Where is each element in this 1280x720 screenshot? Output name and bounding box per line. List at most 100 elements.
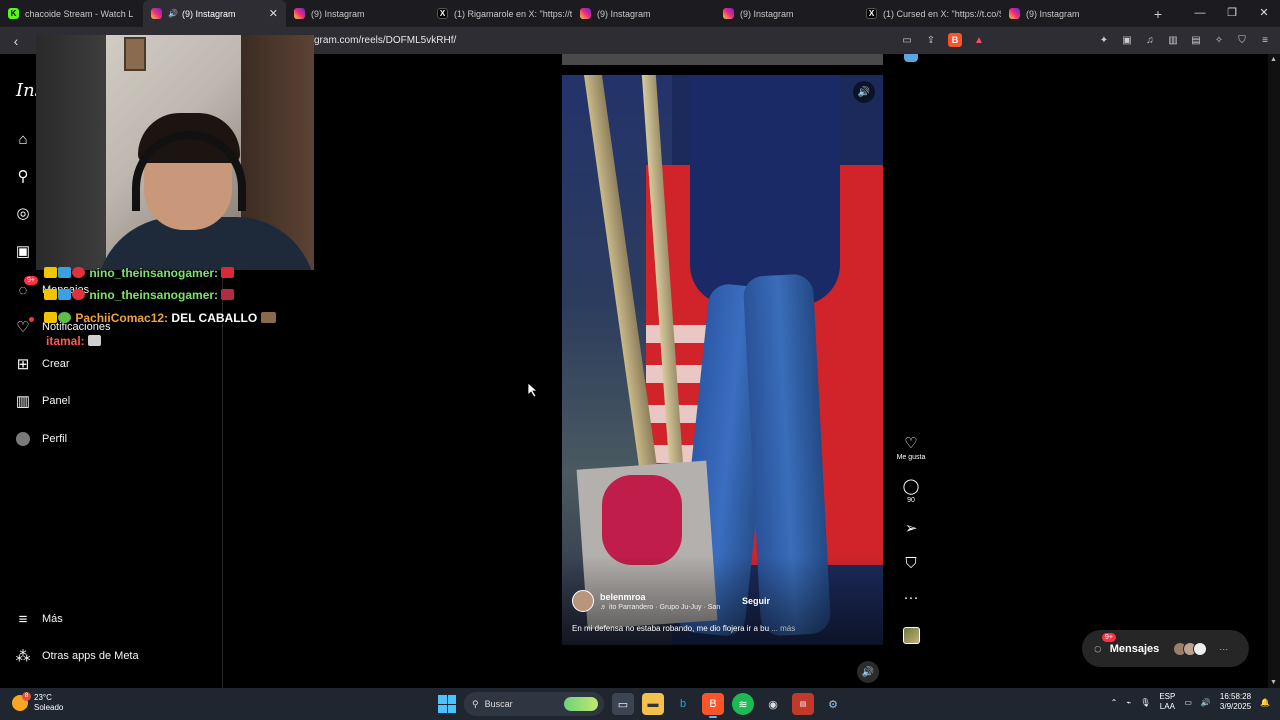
instagram-icon — [723, 8, 734, 19]
url-field[interactable]: gram.com/reels/DOFML5vkRHf/ — [314, 35, 456, 46]
more-dots-icon: ··· — [1219, 643, 1229, 654]
sidebar-item-home[interactable]: ⌂ — [14, 130, 32, 148]
sidebar-toggle-icon[interactable]: ▥ — [1166, 33, 1180, 47]
clock-date: 3/9/2025 — [1219, 702, 1252, 711]
restore-icon[interactable]: ❐ — [1216, 0, 1248, 27]
audio-thumbnail[interactable] — [903, 627, 920, 644]
tab-title: (1) Cursed en X: "https://t.co/S — [883, 8, 1001, 19]
file-explorer-icon[interactable]: ▬ — [642, 693, 664, 715]
volume-icon[interactable]: 🔊 — [1201, 698, 1211, 707]
sidebar-item-more[interactable]: ≡ Más — [14, 610, 63, 628]
chat-message: nino_theinsanogamer: — [44, 288, 235, 302]
brave-shields-icon[interactable]: B — [948, 33, 962, 47]
tab-x-cursed[interactable]: X (1) Cursed en X: "https://t.co/S — [858, 0, 1001, 27]
close-window-icon[interactable]: ✕ — [1248, 0, 1280, 27]
more-options-button[interactable]: ··· — [893, 590, 929, 606]
author-avatar[interactable] — [572, 590, 594, 612]
clock[interactable]: 16:58:28 3/9/2025 — [1220, 692, 1251, 712]
emote-icon — [72, 267, 85, 278]
streaming-app-icon[interactable]: ▤ — [792, 693, 814, 715]
network-icon[interactable]: ⌁ — [1126, 698, 1131, 707]
share-icon[interactable]: ⇪ — [924, 33, 938, 47]
chat-username: nino_theinsanogamer: — [89, 288, 219, 302]
like-label: Me gusta — [896, 454, 926, 461]
messages-floating-button[interactable]: ◌ 9+ Mensajes ··· — [1082, 630, 1249, 667]
back-icon[interactable]: ‹ — [6, 33, 26, 49]
brave-rewards-icon[interactable]: ▲ — [972, 33, 986, 47]
spotify-icon[interactable]: ≋ — [732, 693, 754, 715]
notifications-icon[interactable]: 🔔 — [1260, 698, 1270, 707]
reel-video[interactable]: 🔊 belenmroa ♬ ito Parrandero · Grupo Ju-… — [562, 75, 883, 645]
save-button[interactable]: ⛉ — [893, 556, 929, 572]
caption-more-link[interactable]: ... más — [771, 624, 795, 633]
sidebar-item-profile[interactable]: Perfil — [14, 430, 67, 448]
search-highlight-icon — [564, 697, 598, 711]
sidebar-item-panel[interactable]: ▥ Panel — [14, 392, 70, 410]
sidebar-item-create[interactable]: ⊞ Crear — [14, 355, 70, 373]
sidebar-item-label: Panel — [42, 395, 71, 407]
emote-icon — [88, 335, 102, 346]
meta-apps-icon: ⁂ — [15, 648, 31, 665]
video-bag — [602, 475, 682, 565]
volume-icon[interactable]: 🔊 — [853, 81, 875, 103]
tab-x-rigamarole[interactable]: X (1) Rigamarole en X: "https://t — [429, 0, 572, 27]
scroll-down-icon[interactable]: ▼ — [1270, 679, 1277, 686]
taskbar-search[interactable]: ⚲ Buscar — [464, 692, 604, 716]
instagram-icon — [294, 8, 305, 19]
windows-start-icon[interactable] — [438, 695, 456, 713]
sidebar-item-reels[interactable]: ▣ — [14, 242, 32, 260]
sidebar-item-search[interactable]: ⚲ — [14, 167, 32, 185]
language-indicator[interactable]: ESP LAA — [1159, 692, 1175, 712]
video-person-torso — [690, 75, 840, 305]
bing-icon[interactable]: b — [672, 693, 694, 715]
sidebar-item-label: Crear — [42, 358, 70, 370]
search-icon: ⚲ — [472, 698, 479, 709]
scroll-up-icon[interactable]: ▲ — [1270, 56, 1277, 63]
emote-icon — [221, 289, 235, 300]
tray-overflow-icon[interactable]: ⌃ — [1111, 698, 1118, 707]
instagram-icon — [151, 8, 162, 19]
brave-browser-icon[interactable]: B — [702, 693, 724, 718]
media-icon[interactable]: ♫ — [1143, 33, 1157, 47]
x-icon: X — [437, 8, 448, 19]
plus-square-icon: ⊞ — [16, 356, 30, 373]
leo-ai-icon[interactable]: ✧ — [1212, 33, 1226, 47]
task-view-icon[interactable]: ▭ — [612, 693, 634, 715]
next-reel-volume-icon[interactable]: 🔊 — [857, 661, 879, 683]
menu-icon[interactable]: ≡ — [1258, 33, 1272, 47]
tab-instagram[interactable]: (9) Instagram — [572, 0, 715, 27]
close-tab-icon[interactable]: ✕ — [269, 7, 278, 20]
instagram-icon — [1009, 8, 1020, 19]
page-scrollbar[interactable]: ▲ ▼ — [1268, 54, 1280, 688]
tab-instagram[interactable]: (9) Instagram — [286, 0, 429, 27]
like-button[interactable]: ♡ Me gusta — [893, 436, 929, 462]
share-button[interactable]: ➢ — [893, 521, 929, 537]
toolbar-right: ✦ ▣ ♫ ▥ ▤ ✧ ⛉ ≡ — [1097, 33, 1272, 47]
tab-capture-icon[interactable]: ▣ — [1120, 33, 1134, 47]
reel-author[interactable]: belenmroa ♬ ito Parrandero · Grupo Ju-Ju… — [572, 590, 720, 612]
vpn-icon[interactable]: ⛉ — [1235, 33, 1249, 47]
tab-instagram-active[interactable]: 🔊 (9) Instagram ✕ — [143, 0, 286, 27]
follow-button[interactable]: Seguir — [742, 596, 770, 606]
steam-icon[interactable]: ⚙ — [822, 693, 844, 715]
weather-widget[interactable]: 8 23°C Soleado — [12, 692, 63, 713]
comment-button[interactable]: ◯ 90 — [893, 479, 929, 505]
sidebar-item-explore[interactable]: ◎ — [14, 204, 32, 222]
wallet-icon[interactable]: ▤ — [1189, 33, 1203, 47]
tab-kick-stream[interactable]: K chacoide Stream - Watch L — [0, 0, 143, 27]
speaker-icon[interactable]: 🔊 — [168, 9, 178, 18]
extensions-icon[interactable]: ✦ — [1097, 33, 1111, 47]
mic-icon[interactable]: 🎙 — [1140, 698, 1150, 707]
cast-icon[interactable]: ▭ — [900, 33, 914, 47]
author-username[interactable]: belenmroa — [600, 592, 720, 602]
reel-audio-track[interactable]: ♬ ito Parrandero · Grupo Ju-Juy · San — [600, 604, 720, 611]
x-icon: X — [866, 8, 877, 19]
minimize-icon[interactable]: — — [1184, 0, 1216, 27]
display-icon[interactable]: ▭ — [1184, 698, 1192, 707]
obs-icon[interactable]: ◉ — [762, 693, 784, 715]
tab-instagram[interactable]: (9) Instagram — [1001, 0, 1144, 27]
tab-instagram[interactable]: (9) Instagram — [715, 0, 858, 27]
comment-count: 90 — [907, 497, 915, 504]
sidebar-item-meta-apps[interactable]: ⁂ Otras apps de Meta — [14, 647, 139, 665]
new-tab-button[interactable]: + — [1144, 6, 1172, 22]
